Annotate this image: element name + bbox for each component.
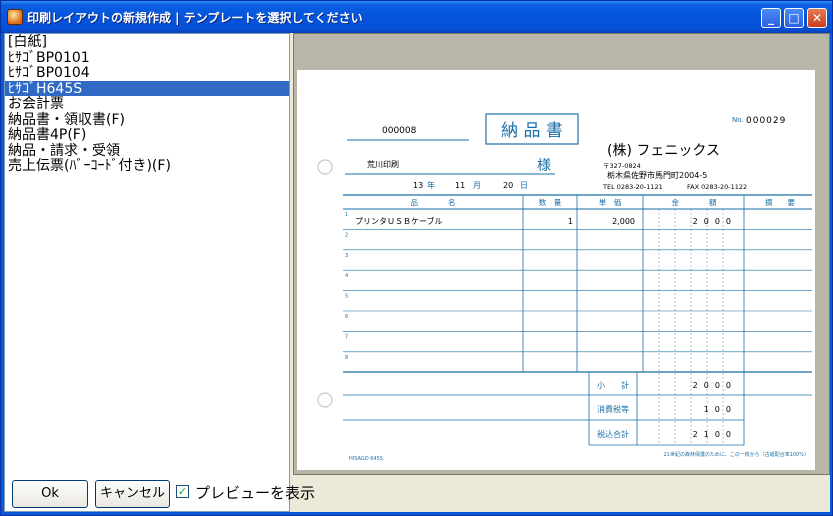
date-month-unit: 月 xyxy=(473,181,481,190)
maximize-button[interactable]: □ xyxy=(784,8,804,28)
table-row-number: 8 xyxy=(345,355,348,361)
company-fax: FAX 0283-20-1122 xyxy=(687,183,747,191)
invoice-rows: 1 プリンタＵＳＢケーブル 1 2,000 2000 2 3 4 5 6 7 8 xyxy=(343,195,812,445)
template-list-item[interactable]: お会計票 xyxy=(5,96,289,112)
date-day-unit: 日 xyxy=(520,181,528,190)
footer-brand: HISAGO 645S xyxy=(349,456,383,462)
date-month: 11 xyxy=(455,181,465,190)
template-list-item[interactable]: 売上伝票(ﾊﾞｰｺｰﾄﾞ付き)(F) xyxy=(5,158,289,174)
subtotal-value: 2000 xyxy=(693,381,737,390)
table-row-qty: 1 xyxy=(568,217,573,226)
tax-label: 消費税等 xyxy=(597,404,629,414)
cancel-button[interactable]: キャンセル xyxy=(95,480,170,508)
template-listbox[interactable]: [白紙] ﾋｻｺﾞBP0101 ﾋｻｺﾞBP0104 ﾋｻｺﾞH645S お会計票 納品書… xyxy=(4,33,290,512)
template-list-item[interactable]: [白紙] xyxy=(5,34,289,50)
template-list-item[interactable]: ﾋｻｺﾞBP0101 xyxy=(5,50,289,66)
col-header-item: 品 名 xyxy=(411,197,456,207)
table-row-number: 7 xyxy=(345,334,348,340)
col-header-amount: 金 額 xyxy=(672,197,717,207)
table-row-amount: 2000 xyxy=(693,217,737,226)
template-list-item[interactable]: 納品書・領収書(F) xyxy=(5,112,289,128)
date-day: 20 xyxy=(503,181,513,190)
table-row-item: プリンタＵＳＢケーブル xyxy=(355,216,443,226)
close-button[interactable]: ✕ xyxy=(807,8,827,28)
company-tel: TEL 0283-20-1121 xyxy=(602,183,663,191)
template-list-item[interactable]: 納品・請求・受領 xyxy=(5,143,289,159)
template-list-item[interactable]: ﾋｻｺﾞBP0104 xyxy=(5,65,289,81)
table-row-number: 5 xyxy=(345,294,348,300)
invoice-no-label: No. xyxy=(732,116,744,124)
company-name: (株) フェニックス xyxy=(607,143,720,159)
company-postal: 〒327-0824 xyxy=(603,162,641,170)
total-label: 税込合計 xyxy=(597,429,629,439)
template-list-item[interactable]: ﾋｻｺﾞH645S xyxy=(5,80,289,96)
table-row-number: 3 xyxy=(345,253,348,259)
totals-values: 2000 100 2100 xyxy=(693,381,737,439)
window-title: 印刷レイアウトの新規作成 | テンプレートを選択してください xyxy=(27,11,363,25)
total-value: 2100 xyxy=(693,430,737,439)
invoice-preview-sheet: 000008 納 品 書 No. 000029 荒川印刷 様 13 年 11 月… xyxy=(297,70,815,470)
dialog-client: [白紙] ﾋｻｺﾞBP0101 ﾋｻｺﾞBP0104 ﾋｻｺﾞH645S お会計票 納品書… xyxy=(4,33,830,512)
invoice-preview: 000008 納 品 書 No. 000029 荒川印刷 様 13 年 11 月… xyxy=(317,113,812,462)
company-address: 栃木県佐野市馬門町2004-5 xyxy=(607,170,707,180)
invoice-title: 納 品 書 xyxy=(501,121,563,141)
table-row-number: 1 xyxy=(345,212,348,218)
date-year: 13 xyxy=(413,181,423,190)
col-header-note: 摘 要 xyxy=(765,197,795,207)
subtotal-label: 小 計 xyxy=(597,380,629,390)
dialog-window: 印刷レイアウトの新規作成 | テンプレートを選択してください _ □ ✕ [白紙… xyxy=(0,0,833,516)
invoice-number: 000008 xyxy=(382,126,417,136)
table-row-number: 4 xyxy=(345,273,348,279)
col-header-qty: 数 量 xyxy=(539,197,562,207)
footer-note: 21世紀の森林保護のために、この一枚から（古紙配合率100%） xyxy=(663,451,809,458)
title-bar[interactable]: 印刷レイアウトの新規作成 | テンプレートを選択してください _ □ ✕ xyxy=(1,1,832,33)
app-icon xyxy=(7,9,23,25)
punch-hole-bottom xyxy=(317,392,333,408)
ok-button[interactable]: Ok xyxy=(12,480,88,508)
preview-checkbox-label[interactable]: プレビューを表示 xyxy=(195,482,315,503)
punch-hole-top xyxy=(317,159,333,175)
tax-value: 100 xyxy=(704,405,737,414)
customer-honorific: 様 xyxy=(537,158,551,174)
preview-pane: 000008 納 品 書 No. 000029 荒川印刷 様 13 年 11 月… xyxy=(293,33,830,475)
table-row-number: 6 xyxy=(345,314,348,320)
table-row-price: 2,000 xyxy=(612,217,635,226)
invoice-no-value: 000029 xyxy=(746,116,786,126)
template-list-item[interactable]: 納品書4P(F) xyxy=(5,127,289,143)
minimize-button[interactable]: _ xyxy=(761,8,781,28)
preview-checkbox[interactable]: ✓ xyxy=(176,485,189,498)
col-header-unit-price: 単 価 xyxy=(599,197,622,207)
date-year-unit: 年 xyxy=(427,180,435,190)
table-row-number: 2 xyxy=(345,232,348,238)
customer-name: 荒川印刷 xyxy=(367,159,399,169)
